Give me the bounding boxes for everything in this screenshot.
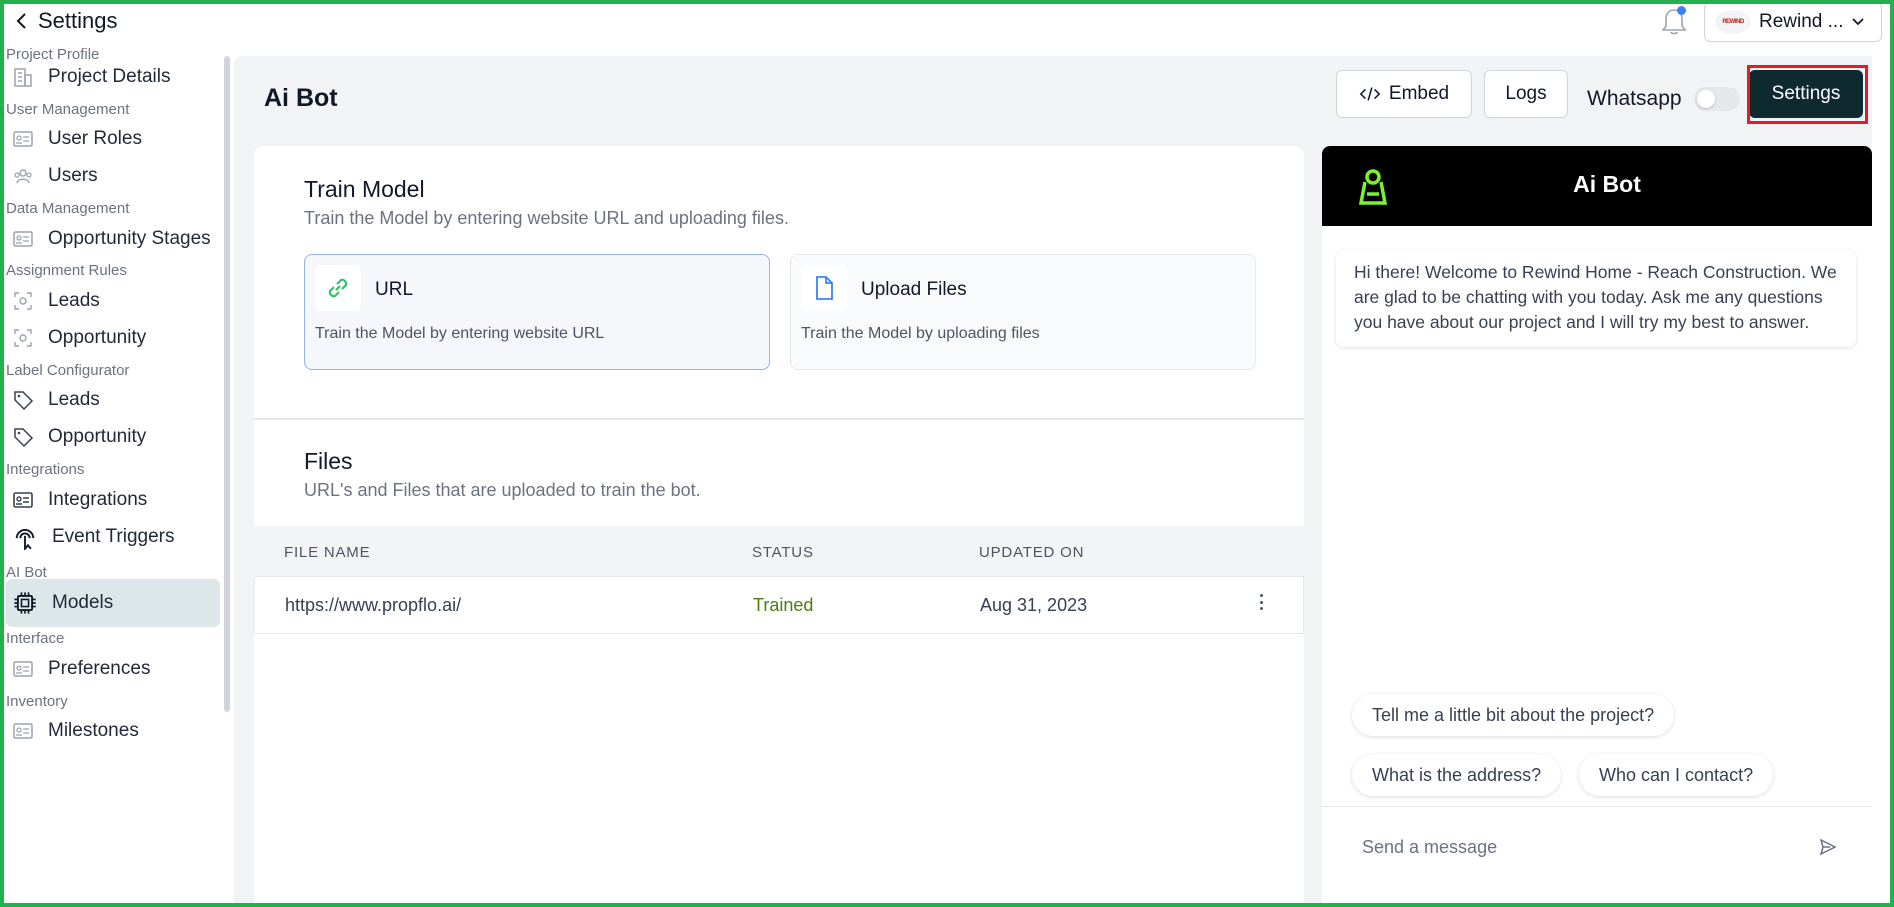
sidebar-item-project-details[interactable]: Project Details — [6, 53, 220, 101]
settings-button[interactable]: Settings — [1749, 70, 1863, 118]
top-bar: Settings REWIND Rewind ... — [0, 0, 1894, 44]
settings-sidebar: Project Profile Project Details User Man… — [4, 44, 230, 904]
notifications-button[interactable] — [1660, 6, 1688, 36]
tag-icon — [14, 391, 34, 411]
status-cell: Trained — [753, 595, 814, 615]
users-icon — [14, 169, 32, 184]
sidebar-item-label: Opportunity — [48, 327, 147, 348]
building-icon — [14, 68, 32, 87]
sidebar-item-assignment-opportunity[interactable]: Opportunity — [6, 314, 220, 362]
id-card-icon — [13, 131, 33, 147]
page-title: Ai Bot — [264, 84, 338, 112]
url-option-title: URL — [375, 279, 414, 300]
upload-files-option[interactable]: Upload Files Train the Model by uploadin… — [790, 254, 1256, 370]
upload-option-title: Upload Files — [861, 279, 967, 300]
welcome-message: Hi there! Welcome to Rewind Home - Reach… — [1336, 250, 1856, 347]
upload-option-icon-box — [801, 265, 847, 311]
link-icon — [328, 278, 348, 298]
kebab-dot-icon — [1259, 600, 1263, 604]
chat-input-area — [1322, 806, 1872, 907]
sidebar-item-models[interactable]: Models — [6, 579, 220, 627]
train-model-subtitle: Train the Model by entering website URL … — [304, 208, 789, 228]
tag-icon — [14, 428, 34, 448]
back-button[interactable]: Settings — [14, 8, 118, 34]
sidebar-item-opportunity-stages[interactable]: Opportunity Stages — [6, 215, 220, 263]
sidebar-item-label: Users — [48, 165, 98, 186]
main-panel: Ai Bot Embed Logs Whatsapp Settings Trai… — [234, 56, 1872, 907]
sidebar-item-preferences[interactable]: Preferences — [6, 645, 220, 693]
id-card-icon — [13, 492, 33, 508]
code-icon — [1359, 87, 1381, 101]
sidebar-item-label: Models — [52, 592, 114, 613]
url-option[interactable]: URL Train the Model by entering website … — [304, 254, 770, 370]
focus-icon — [14, 329, 32, 347]
embed-label: Embed — [1388, 83, 1450, 104]
table-row: https://www.propflo.ai/ Trained Aug 31, … — [254, 577, 1304, 634]
sidebar-item-label: Milestones — [48, 720, 139, 741]
sidebar-item-label: Event Triggers — [52, 526, 175, 547]
sidebar-item-label: Preferences — [48, 658, 151, 679]
kebab-dot-icon — [1259, 594, 1263, 597]
row-menu-button[interactable] — [1255, 591, 1267, 613]
chat-preview: Ai Bot Hi there! Welcome to Rewind Home … — [1322, 146, 1872, 907]
chat-title: Ai Bot — [1573, 171, 1641, 197]
chip-icon — [14, 592, 36, 614]
embed-button[interactable]: Embed — [1336, 70, 1472, 118]
sidebar-item-label: Leads — [48, 290, 100, 311]
whatsapp-label: Whatsapp — [1587, 87, 1682, 110]
logs-button[interactable]: Logs — [1484, 70, 1568, 118]
sidebar-item-label: User Roles — [48, 128, 142, 149]
sidebar-item-label: Opportunity Stages — [48, 228, 211, 249]
file-name-cell[interactable]: https://www.propflo.ai/ — [285, 595, 461, 616]
kebab-dot-icon — [1259, 607, 1263, 610]
suggestion-chip[interactable]: Who can I contact? — [1579, 754, 1774, 796]
column-header-file-name: FILE NAME — [284, 544, 371, 561]
url-option-desc: Train the Model by entering website URL — [315, 325, 605, 342]
sidebar-item-label: Leads — [48, 389, 100, 410]
sidebar-item-milestones[interactable]: Milestones — [6, 707, 220, 755]
updated-on-cell: Aug 31, 2023 — [980, 595, 1088, 615]
train-model-title: Train Model — [304, 176, 425, 202]
project-selector[interactable]: REWIND Rewind ... — [1704, 2, 1882, 42]
focus-icon — [14, 292, 32, 310]
section-divider — [254, 418, 1304, 420]
chat-header: Ai Bot — [1322, 146, 1872, 226]
project-logo: REWIND — [1715, 10, 1751, 34]
sidebar-item-users[interactable]: Users — [6, 152, 220, 200]
back-label: Settings — [38, 8, 118, 33]
chevron-left-icon — [16, 13, 26, 29]
id-card-icon — [13, 723, 33, 739]
chevron-down-icon — [1852, 18, 1865, 26]
train-model-card: Train Model Train the Model by entering … — [254, 146, 1304, 907]
files-subtitle: URL's and Files that are uploaded to tra… — [304, 480, 701, 500]
files-table-header: FILE NAME STATUS UPDATED ON — [254, 526, 1304, 577]
column-header-status: STATUS — [752, 544, 814, 561]
notification-dot — [1677, 6, 1686, 15]
whatsapp-toggle[interactable] — [1694, 87, 1740, 111]
pointer-click-icon — [15, 529, 35, 550]
sidebar-item-label: Opportunity — [48, 426, 147, 447]
sidebar-item-event-triggers[interactable]: Event Triggers — [6, 513, 220, 561]
send-icon[interactable] — [1818, 837, 1838, 857]
sidebar-item-label: Project Details — [48, 66, 171, 87]
id-card-icon — [13, 661, 33, 677]
toggle-knob — [1697, 90, 1715, 108]
suggestion-chip[interactable]: Tell me a little bit about the project? — [1352, 694, 1675, 736]
project-name: Rewind ... — [1759, 11, 1844, 32]
file-icon — [816, 276, 833, 300]
suggestion-chip[interactable]: What is the address? — [1352, 754, 1562, 796]
upload-option-desc: Train the Model by uploading files — [801, 325, 1040, 342]
url-option-icon-box — [315, 265, 361, 311]
files-title: Files — [304, 448, 353, 474]
column-header-updated-on: UPDATED ON — [979, 544, 1085, 561]
id-card-icon — [13, 231, 33, 247]
sidebar-scrollbar[interactable] — [224, 56, 230, 712]
sidebar-item-label: Integrations — [48, 489, 148, 510]
sidebar-item-label-opportunity[interactable]: Opportunity — [6, 413, 220, 461]
message-input[interactable] — [1362, 829, 1782, 865]
